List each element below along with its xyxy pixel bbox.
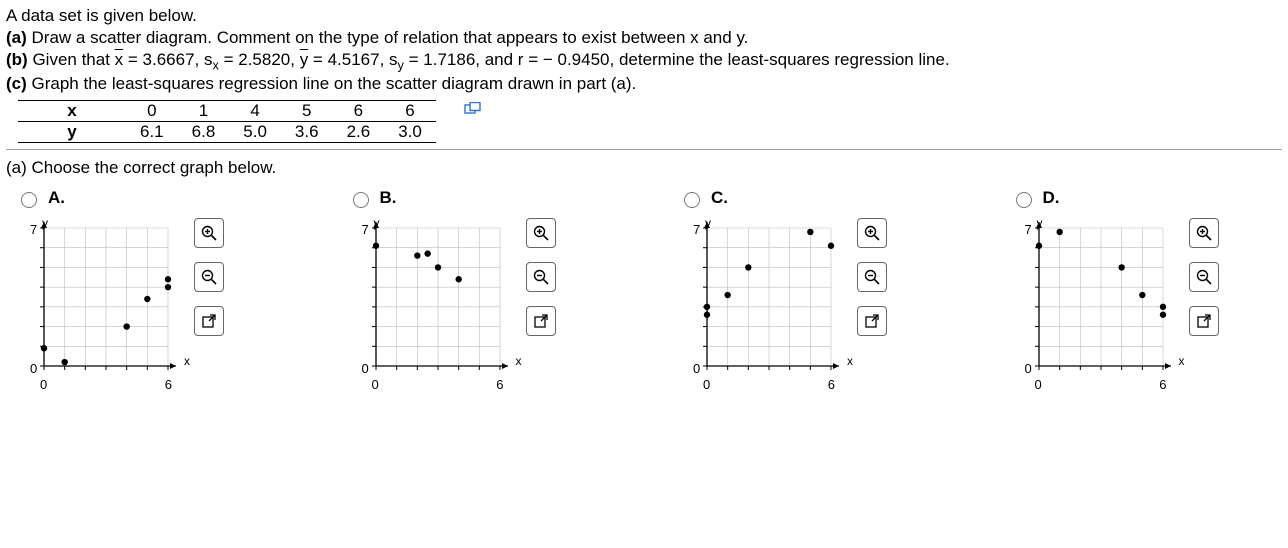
part-c-desc: Graph the least-squares regression line … [32,74,637,93]
part-b-prefix: Given that [32,50,114,69]
option-B-label: B. [380,188,397,208]
y-tick-max: 7 [1025,222,1032,237]
x-tick-max: 6 [165,377,172,392]
cell: 3.0 [384,122,436,143]
cell: 6.8 [178,122,230,143]
cell: 6 [384,101,436,122]
part-a-label: (a) [6,28,27,47]
sx-val: = 2.5820, [219,50,300,69]
option-B: B. y x 7 0 0 6 [348,188,620,388]
scatter-plot-C: y x 7 0 0 6 [679,218,849,388]
popout-icon[interactable] [194,306,224,336]
zoom-out-icon[interactable] [857,262,887,292]
xbar-val: = 3.6667, s [123,50,212,69]
zoom-in-icon[interactable] [194,218,224,248]
table-row: x 0 1 4 5 6 6 [18,101,496,122]
zoom-in-icon[interactable] [526,218,556,248]
radio-D[interactable] [1016,192,1032,208]
data-table: x 0 1 4 5 6 6 y 6.1 6.8 5.0 3.6 2.6 3.0 [18,100,496,143]
option-C-label: C. [711,188,728,208]
x-tick-max: 6 [1159,377,1166,392]
radio-C[interactable] [684,192,700,208]
intro-text: A data set is given below. [6,6,1282,26]
part-a-desc: Draw a scatter diagram. Comment on the t… [32,28,749,47]
x-tick-max: 6 [496,377,503,392]
x-tick-min: 0 [372,377,379,392]
cell: 4 [229,101,281,122]
option-A-label: A. [48,188,65,208]
cell: 6.1 [126,122,178,143]
radio-A[interactable] [21,192,37,208]
x-tick-min: 0 [1035,377,1042,392]
y-tick-min: 0 [362,361,369,376]
row-x-label: x [18,101,126,122]
x-tick-min: 0 [40,377,47,392]
y-axis-label: y [705,216,711,230]
scatter-plot-B: y x 7 0 0 6 [348,218,518,388]
zoom-out-icon[interactable] [526,262,556,292]
copy-icon[interactable] [464,102,482,122]
part-b-text: (b) Given that x = 3.6667, sx = 2.5820, … [6,50,1282,72]
radio-B[interactable] [353,192,369,208]
sy-val: = 1.7186, and r = − 0.9450, determine th… [404,50,950,69]
question-a: (a) Choose the correct graph below. [6,158,1282,178]
xbar-symbol: x [115,50,124,69]
zoom-in-icon[interactable] [857,218,887,248]
option-C: C. y x 7 0 0 6 [679,188,951,388]
popout-icon[interactable] [857,306,887,336]
cell: 6 [333,101,385,122]
zoom-out-icon[interactable] [194,262,224,292]
table-row: y 6.1 6.8 5.0 3.6 2.6 3.0 [18,122,496,143]
part-c-label: (c) [6,74,27,93]
cell: 2.6 [333,122,385,143]
part-a-text: (a) Draw a scatter diagram. Comment on t… [6,28,1282,48]
popout-icon[interactable] [1189,306,1219,336]
ybar-symbol: y [300,50,309,69]
cell: 3.6 [281,122,333,143]
options-row: A. y x 7 0 0 6 B. y [6,188,1282,388]
y-axis-label: y [42,216,48,230]
divider [6,149,1282,150]
ybar-val: = 4.5167, s [308,50,397,69]
row-y-label: y [18,122,126,143]
x-axis-label: x [1179,354,1185,368]
zoom-in-icon[interactable] [1189,218,1219,248]
cell: 0 [126,101,178,122]
option-D-label: D. [1043,188,1060,208]
y-axis-label: y [374,216,380,230]
y-tick-min: 0 [1025,361,1032,376]
x-axis-label: x [516,354,522,368]
scatter-plot-A: y x 7 0 0 6 [16,218,186,388]
zoom-out-icon[interactable] [1189,262,1219,292]
part-c-text: (c) Graph the least-squares regression l… [6,74,1282,94]
y-tick-min: 0 [30,361,37,376]
y-axis-label: y [1037,216,1043,230]
scatter-plot-D: y x 7 0 0 6 [1011,218,1181,388]
y-tick-min: 0 [693,361,700,376]
y-tick-max: 7 [362,222,369,237]
y-tick-max: 7 [30,222,37,237]
x-axis-label: x [184,354,190,368]
part-b-label: (b) [6,50,28,69]
cell: 5.0 [229,122,281,143]
x-axis-label: x [847,354,853,368]
option-D: D. y x 7 0 0 6 [1011,188,1283,388]
cell: 1 [178,101,230,122]
option-A: A. y x 7 0 0 6 [16,188,288,388]
y-tick-max: 7 [693,222,700,237]
cell: 5 [281,101,333,122]
copy-cell [436,101,496,122]
popout-icon[interactable] [526,306,556,336]
x-tick-min: 0 [703,377,710,392]
x-tick-max: 6 [828,377,835,392]
